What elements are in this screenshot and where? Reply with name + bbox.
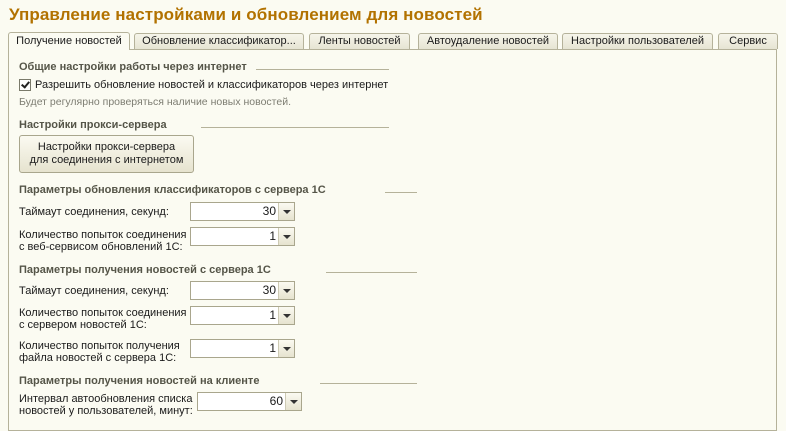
proxy-settings-button[interactable]: Настройки прокси-сервера для соединения … [19,135,194,173]
client-interval-field[interactable]: 60 [197,392,302,411]
settings-panel: Общие настройки работы через интернет Ра… [8,49,777,431]
proxy-button-line2: для соединения с интернетом [29,154,184,166]
tab-user-settings[interactable]: Настройки пользователей [562,33,713,49]
group-news-title: Параметры получения новостей с сервера 1… [19,264,271,276]
client-interval-label-line2: новостей у пользователей, минут: [19,405,193,417]
group-proxy-title: Настройки прокси-сервера [19,119,167,131]
chevron-down-icon[interactable] [278,307,294,324]
classifiers-timeout-field[interactable]: 30 [190,202,295,221]
news-file-attempts-label-line1: Количество попыток получения [19,340,180,352]
tab-news-feeds[interactable]: Ленты новостей [309,33,410,49]
allow-internet-update-checkbox[interactable] [19,79,31,91]
page-title: Управление настройками и обновлением для… [9,5,483,24]
tab-bar: Получение новостей Обновление классифика… [8,32,786,50]
chevron-down-icon[interactable] [285,393,301,410]
group-classifiers-title: Параметры обновления классификаторов с с… [19,184,326,196]
news-attempts-value: 1 [269,308,276,322]
group-internet-title: Общие настройки работы через интернет [19,61,247,73]
news-timeout-value: 30 [262,283,276,297]
group-divider [256,69,389,70]
news-attempts-field[interactable]: 1 [190,306,295,325]
internet-hint-text: Будет регулярно проверяться наличие новы… [19,96,292,108]
chevron-down-icon[interactable] [278,203,294,220]
tab-service[interactable]: Сервис [718,33,778,49]
classifiers-timeout-value: 30 [262,204,276,218]
chevron-down-icon[interactable] [278,282,294,299]
chevron-down-icon[interactable] [278,228,294,245]
group-client-title: Параметры получения новостей на клиенте [19,375,260,387]
classifiers-attempts-label-line2: с веб-сервисом обновлений 1С: [19,241,183,253]
client-interval-value: 60 [269,394,283,408]
group-divider [385,192,417,193]
tab-auto-delete[interactable]: Автоудаление новостей [418,33,558,49]
allow-internet-update-label: Разрешить обновление новостей и классифи… [35,79,389,91]
classifiers-attempts-value: 1 [269,229,276,243]
tab-news-receiving[interactable]: Получение новостей [8,32,130,50]
news-timeout-label: Таймаут соединения, секунд: [19,285,169,297]
news-file-attempts-label-line2: файла новостей с сервера 1С: [19,352,177,364]
news-timeout-field[interactable]: 30 [190,281,295,300]
proxy-button-line1: Настройки прокси-сервера [37,141,176,153]
client-interval-label-line1: Интервал автообновления списка [19,393,193,405]
group-divider [326,272,417,273]
news-file-attempts-value: 1 [269,341,276,355]
group-divider [201,127,389,128]
news-attempts-label-line2: с сервером новостей 1С: [19,319,147,331]
classifiers-attempts-label-line1: Количество попыток соединения [19,229,187,241]
classifiers-timeout-label: Таймаут соединения, секунд: [19,206,169,218]
chevron-down-icon[interactable] [278,340,294,357]
group-divider [320,383,417,384]
news-file-attempts-field[interactable]: 1 [190,339,295,358]
news-attempts-label-line1: Количество попыток соединения [19,307,187,319]
classifiers-attempts-field[interactable]: 1 [190,227,295,246]
tab-classifier-update[interactable]: Обновление классификатор... [134,33,304,49]
